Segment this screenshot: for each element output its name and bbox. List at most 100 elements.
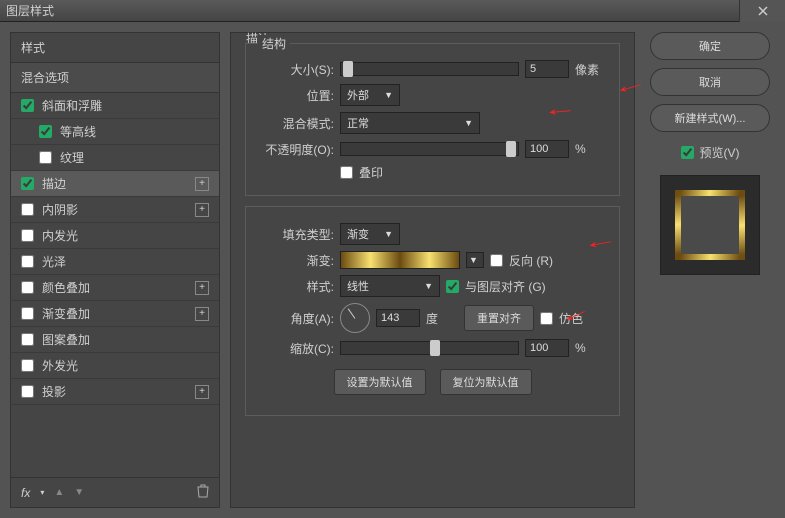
style-item-斜面和浮雕[interactable]: 斜面和浮雕: [11, 93, 219, 119]
chevron-down-icon: ▼: [384, 229, 393, 239]
style-item-颜色叠加[interactable]: 颜色叠加 +: [11, 275, 219, 301]
set-default-button[interactable]: 设置为默认值: [334, 369, 426, 395]
reverse-label: 反向 (R): [509, 252, 553, 269]
style-select[interactable]: 线性▼: [340, 275, 440, 297]
preview-swatch: [675, 190, 745, 260]
gradient-picker-button[interactable]: ▼: [466, 252, 484, 268]
new-style-button[interactable]: 新建样式(W)...: [650, 104, 770, 132]
style-item-label: 等高线: [60, 123, 96, 140]
size-slider[interactable]: [340, 62, 519, 76]
sidebar-subheader[interactable]: 混合选项: [11, 63, 219, 93]
style-item-投影[interactable]: 投影 +: [11, 379, 219, 405]
gradient-swatch[interactable]: [340, 251, 460, 269]
style-item-label: 投影: [42, 383, 66, 400]
styles-sidebar: 样式 混合选项 斜面和浮雕等高线纹理描边 + 内阴影 + 内发光光泽颜色叠加 + 渐变叠加 +…: [10, 32, 220, 508]
window-title: 图层样式: [6, 2, 779, 19]
close-button[interactable]: [739, 0, 785, 22]
style-item-纹理[interactable]: 纹理: [11, 145, 219, 171]
add-instance-icon[interactable]: +: [195, 385, 209, 399]
structure-group: 结构 大小(S): 像素 位置: 外部▼ 混合模式: 正常▼ 不透明度(O):: [245, 43, 620, 196]
style-item-label: 光泽: [42, 253, 66, 270]
style-item-label: 外发光: [42, 357, 78, 374]
move-up-icon[interactable]: ▲: [54, 487, 64, 498]
close-icon: [758, 6, 768, 16]
style-item-内阴影[interactable]: 内阴影 +: [11, 197, 219, 223]
style-checkbox[interactable]: [21, 385, 34, 398]
size-input[interactable]: [525, 60, 569, 78]
preview-label: 预览(V): [700, 144, 740, 161]
preview-box: [660, 175, 760, 275]
size-label: 大小(S):: [260, 61, 334, 78]
style-item-渐变叠加[interactable]: 渐变叠加 +: [11, 301, 219, 327]
reset-default-button[interactable]: 复位为默认值: [440, 369, 532, 395]
add-instance-icon[interactable]: +: [195, 281, 209, 295]
reverse-checkbox[interactable]: [490, 254, 503, 267]
style-checkbox[interactable]: [21, 203, 34, 216]
style-checkbox[interactable]: [21, 333, 34, 346]
opacity-input[interactable]: [525, 140, 569, 158]
style-item-label: 图案叠加: [42, 331, 90, 348]
fill-group: 填充类型: 渐变▼ 渐变: ▼ 反向 (R) 样式: 线性▼ 与图层对齐 (G): [245, 206, 620, 416]
sidebar-header: 样式: [11, 33, 219, 63]
add-instance-icon[interactable]: +: [195, 177, 209, 191]
style-checkbox[interactable]: [21, 255, 34, 268]
style-item-内发光[interactable]: 内发光: [11, 223, 219, 249]
size-unit: 像素: [575, 61, 605, 78]
chevron-down-icon: ▼: [424, 281, 433, 291]
position-select[interactable]: 外部▼: [340, 84, 400, 106]
style-checkbox[interactable]: [21, 99, 34, 112]
center-panel: 描边 结构 大小(S): 像素 位置: 外部▼ 混合模式: 正常▼: [230, 32, 635, 508]
preview-checkbox[interactable]: [681, 146, 694, 159]
reset-align-button[interactable]: 重置对齐: [464, 305, 534, 331]
style-checkbox[interactable]: [39, 125, 52, 138]
angle-input[interactable]: [376, 309, 420, 327]
cancel-button[interactable]: 取消: [650, 68, 770, 96]
right-panel: 确定 取消 新建样式(W)... 预览(V): [645, 32, 775, 508]
angle-dial[interactable]: [340, 303, 370, 333]
style-item-label: 渐变叠加: [42, 305, 90, 322]
filltype-label: 填充类型:: [260, 226, 334, 243]
style-item-label: 内发光: [42, 227, 78, 244]
style-label: 样式:: [260, 278, 334, 295]
style-checkbox[interactable]: [21, 229, 34, 242]
style-item-外发光[interactable]: 外发光: [11, 353, 219, 379]
style-checkbox[interactable]: [21, 307, 34, 320]
blend-select[interactable]: 正常▼: [340, 112, 480, 134]
style-item-label: 描边: [42, 175, 66, 192]
position-label: 位置:: [260, 87, 334, 104]
scale-slider[interactable]: [340, 341, 519, 355]
style-item-光泽[interactable]: 光泽: [11, 249, 219, 275]
style-checkbox[interactable]: [21, 281, 34, 294]
chevron-down-icon: ▼: [469, 255, 478, 265]
fx-label[interactable]: fx: [21, 486, 30, 500]
add-instance-icon[interactable]: +: [195, 203, 209, 217]
align-label: 与图层对齐 (G): [465, 278, 546, 295]
dither-checkbox[interactable]: [540, 312, 553, 325]
ok-button[interactable]: 确定: [650, 32, 770, 60]
trash-icon[interactable]: [197, 484, 209, 501]
style-item-等高线[interactable]: 等高线: [11, 119, 219, 145]
opacity-unit: %: [575, 142, 605, 156]
style-item-图案叠加[interactable]: 图案叠加: [11, 327, 219, 353]
style-checkbox[interactable]: [21, 359, 34, 372]
opacity-label: 不透明度(O):: [260, 141, 334, 158]
scale-label: 缩放(C):: [260, 340, 334, 357]
scale-input[interactable]: [525, 339, 569, 357]
style-item-描边[interactable]: 描边 +: [11, 171, 219, 197]
style-checkbox[interactable]: [21, 177, 34, 190]
style-item-label: 纹理: [60, 149, 84, 166]
overprint-checkbox[interactable]: [340, 166, 353, 179]
gradient-label: 渐变:: [260, 252, 334, 269]
move-down-icon[interactable]: ▼: [74, 487, 84, 498]
title-bar: 图层样式: [0, 0, 785, 22]
style-item-label: 内阴影: [42, 201, 78, 218]
style-item-label: 颜色叠加: [42, 279, 90, 296]
main-content: 样式 混合选项 斜面和浮雕等高线纹理描边 + 内阴影 + 内发光光泽颜色叠加 + 渐变叠加 +…: [0, 22, 785, 518]
opacity-slider[interactable]: [340, 142, 519, 156]
align-checkbox[interactable]: [446, 280, 459, 293]
add-instance-icon[interactable]: +: [195, 307, 209, 321]
filltype-select[interactable]: 渐变▼: [340, 223, 400, 245]
chevron-down-icon: ▼: [384, 90, 393, 100]
style-checkbox[interactable]: [39, 151, 52, 164]
fx-chevron-icon[interactable]: ▾: [40, 488, 44, 497]
